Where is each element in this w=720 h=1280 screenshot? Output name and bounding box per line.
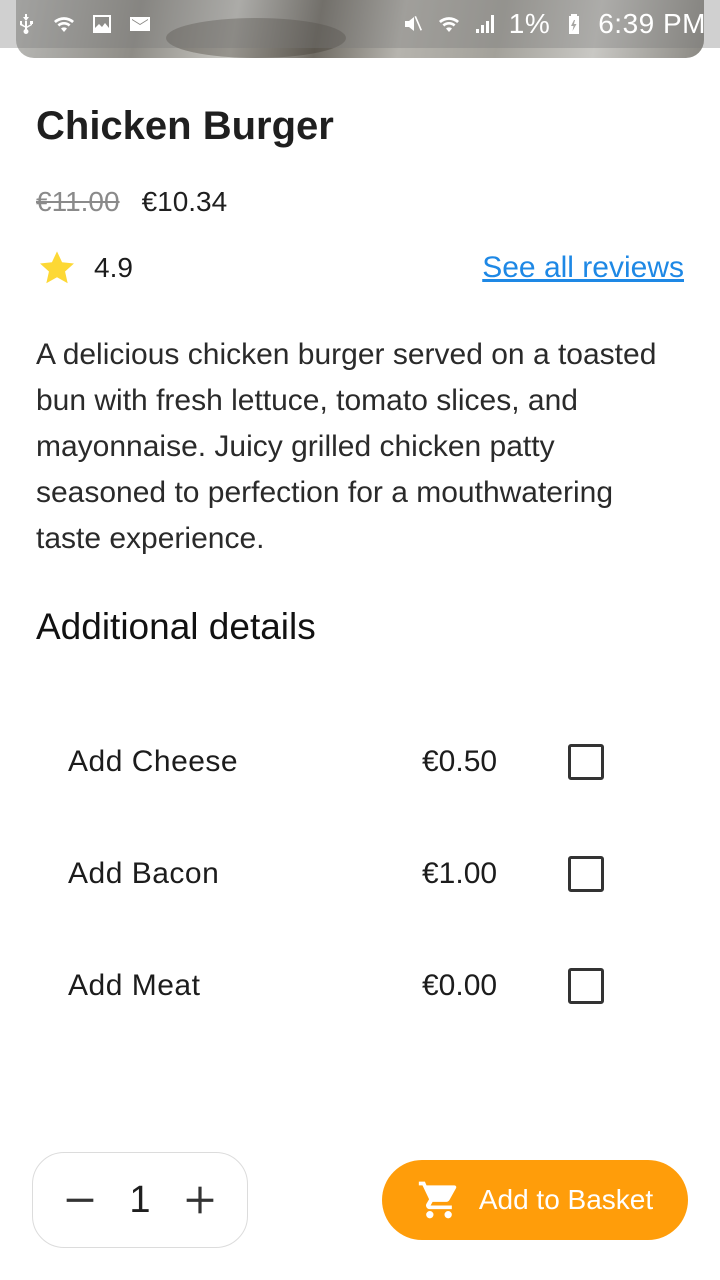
option-label: Add Bacon [68, 857, 220, 890]
mute-icon [401, 12, 425, 36]
original-price: €11.00 [36, 186, 120, 217]
star-icon [36, 247, 78, 289]
price-row: €11.00 €10.34 [36, 186, 227, 218]
option-label: Add Meat [68, 969, 201, 1002]
status-bar: 1% 6:39 PM [0, 0, 720, 48]
plus-icon [186, 1186, 214, 1214]
product-image-header: 1% 6:39 PM [0, 0, 720, 60]
current-price: €10.34 [141, 186, 228, 217]
rating-value: 4.9 [94, 252, 133, 283]
see-all-reviews-link[interactable]: See all reviews [482, 251, 684, 285]
additional-details-heading: Additional details [36, 606, 316, 647]
wifi-icon [437, 12, 461, 36]
quantity-stepper: 1 [32, 1152, 248, 1248]
option-price: €1.00 [422, 857, 498, 890]
add-bacon-checkbox[interactable] [568, 856, 604, 892]
add-cheese-checkbox[interactable] [568, 744, 604, 780]
option-price: €0.00 [422, 969, 498, 1002]
add-to-basket-label: Add to Basket [478, 1184, 654, 1215]
decrease-quantity-button[interactable] [61, 1181, 99, 1219]
signal-icon [473, 12, 497, 36]
option-label: Add Cheese [68, 745, 239, 778]
wifi-icon [52, 12, 76, 36]
add-to-basket-button[interactable]: Add to Basket [382, 1160, 688, 1240]
option-row-bacon: Add Bacon €1.00 [68, 844, 608, 904]
product-description: A delicious chicken burger served on a t… [36, 338, 657, 555]
battery-icon [562, 12, 586, 36]
clock: 6:39 PM [598, 8, 706, 39]
option-row-cheese: Add Cheese €0.50 [68, 732, 608, 792]
minus-icon [66, 1198, 94, 1202]
add-meat-checkbox[interactable] [568, 968, 604, 1004]
shopping-cart-icon [417, 1178, 461, 1222]
rating-row: 4.9 See all reviews [36, 246, 684, 290]
usb-icon [14, 12, 38, 36]
mail-icon [128, 12, 152, 36]
product-title: Chicken Burger [36, 104, 334, 148]
option-price: €0.50 [422, 745, 498, 778]
image-icon [90, 12, 114, 36]
battery-percent: 1% [508, 8, 551, 39]
increase-quantity-button[interactable] [181, 1181, 219, 1219]
option-row-meat: Add Meat €0.00 [68, 956, 608, 1016]
quantity-value: 1 [129, 1178, 151, 1221]
